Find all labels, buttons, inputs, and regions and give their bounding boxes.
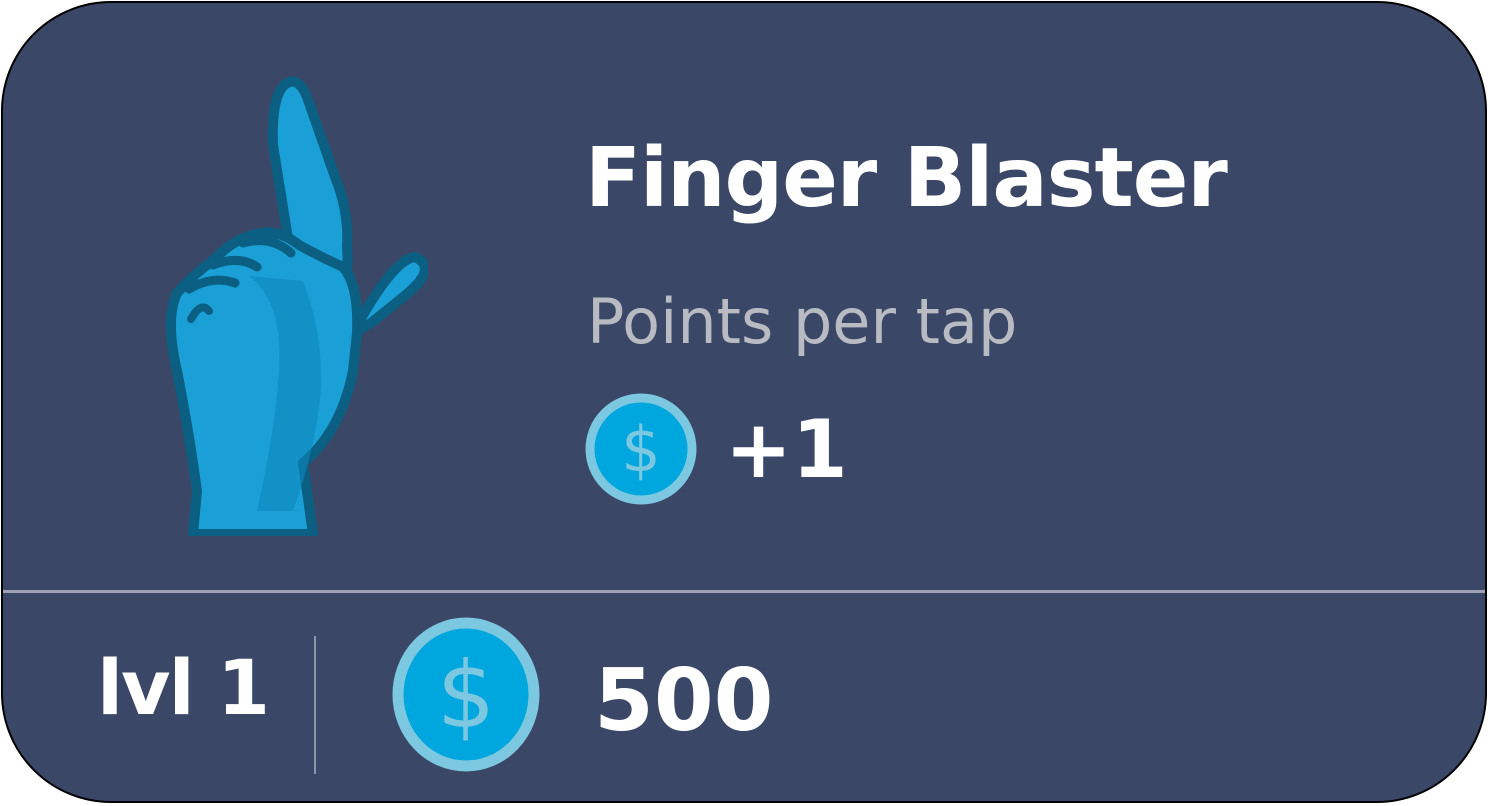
upgrade-card[interactable]: Finger Blaster Points per tap $ +1 lvl 1… (1, 1, 1487, 803)
coin-icon: $ (585, 393, 697, 505)
footer-divider (314, 636, 316, 774)
svg-text:$: $ (621, 413, 660, 486)
upgrade-level: lvl 1 (97, 643, 270, 732)
upgrade-title: Finger Blaster (585, 131, 1228, 226)
cost-coin-icon: $ (392, 617, 540, 772)
points-per-tap-value: +1 (725, 403, 848, 496)
pointing-hand-icon (166, 76, 428, 536)
card-divider (3, 590, 1485, 593)
upgrade-cost: 500 (594, 651, 774, 751)
svg-text:$: $ (437, 642, 496, 749)
upgrade-subtitle: Points per tap (587, 285, 1018, 358)
